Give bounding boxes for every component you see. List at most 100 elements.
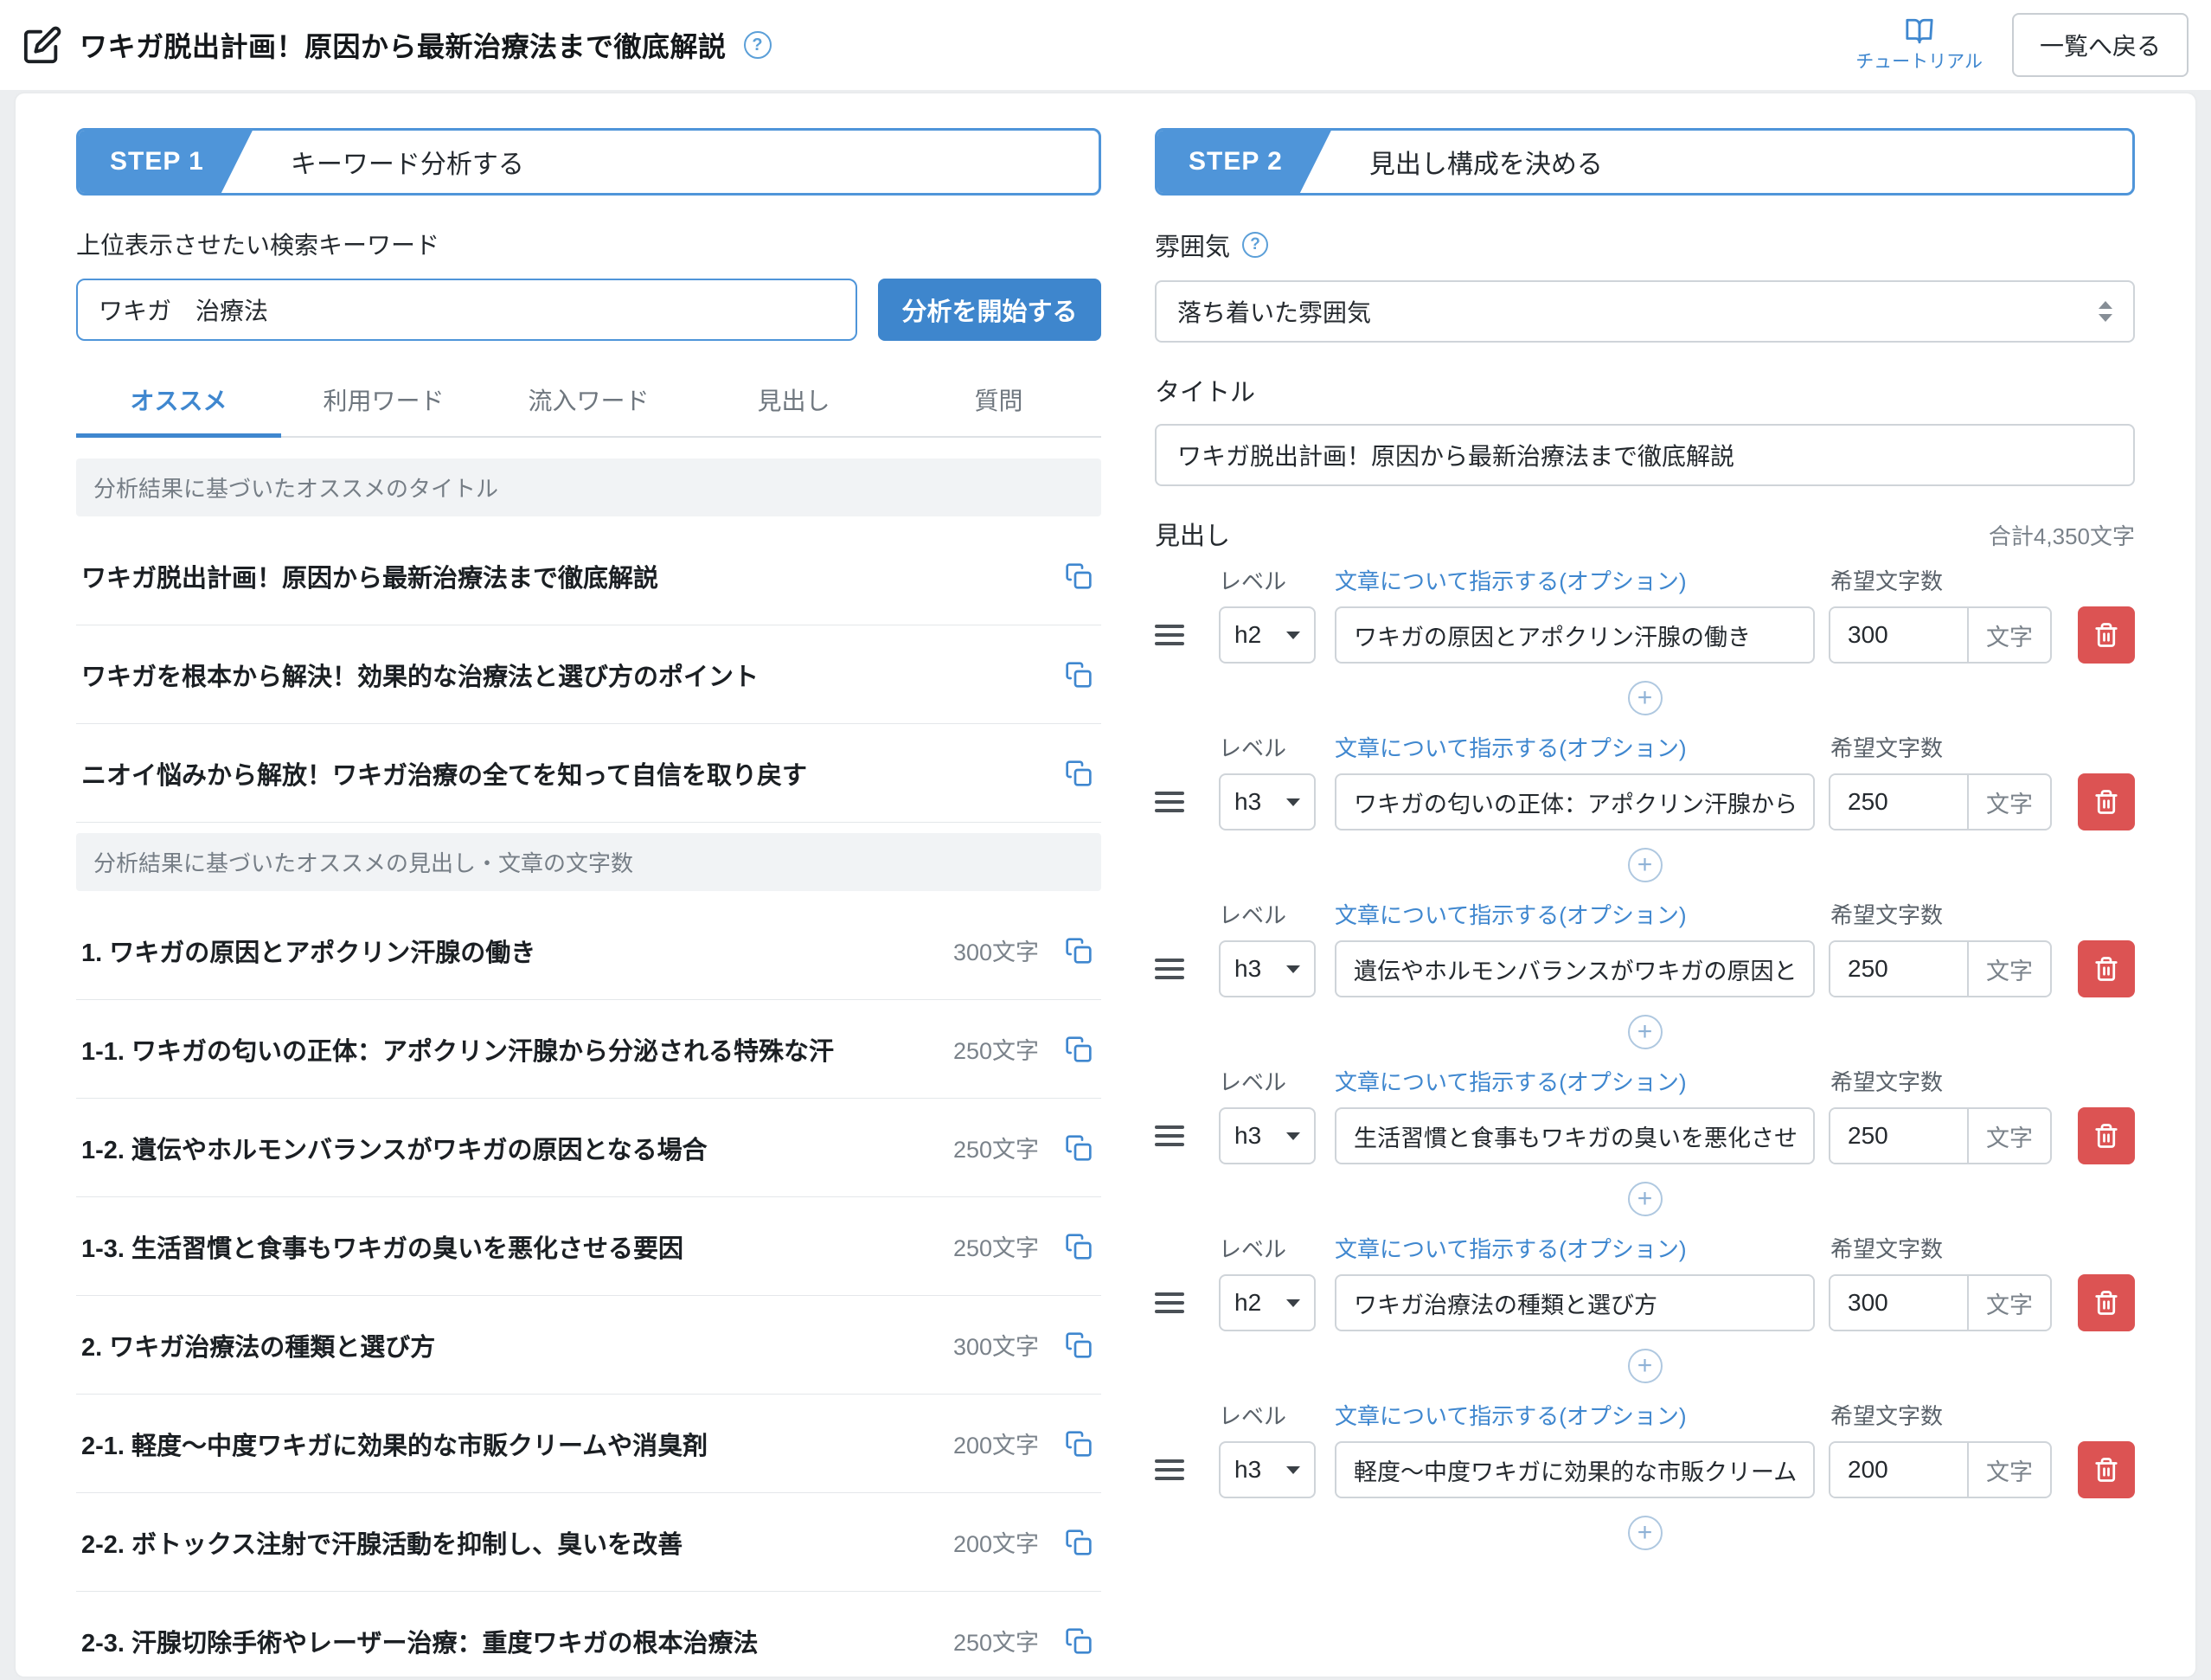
updown-chevron-icon [2099, 301, 2112, 322]
level-label: レベル [1219, 1065, 1335, 1097]
copy-icon[interactable] [1061, 1229, 1096, 1264]
char-count-suffix: 文字 [1967, 942, 2050, 996]
char-count-group: 文字 [1829, 1441, 2052, 1498]
level-label: レベル [1219, 731, 1335, 763]
level-label: レベル [1219, 1232, 1335, 1264]
heading-text-input[interactable] [1335, 940, 1815, 997]
char-count-input[interactable] [1830, 1443, 1967, 1497]
help-icon[interactable]: ? [744, 31, 772, 59]
copy-icon[interactable] [1061, 559, 1096, 593]
char-count-group: 文字 [1829, 1274, 2052, 1331]
level-select[interactable]: h3 [1219, 940, 1316, 997]
char-count-label: 希望文字数 [1829, 1232, 2135, 1264]
drag-handle-icon[interactable] [1155, 1441, 1193, 1498]
char-count-input[interactable] [1830, 1109, 1967, 1163]
recommended-heading-chars: 250文字 [953, 1032, 1039, 1066]
add-heading-button plus-icon[interactable]: + [1628, 1015, 1663, 1049]
add-heading-button plus-icon[interactable]: + [1628, 1516, 1663, 1550]
article-title-input[interactable] [1155, 424, 2135, 486]
drag-handle-icon[interactable] [1155, 606, 1193, 664]
copy-icon[interactable] [1061, 756, 1096, 791]
char-count-input[interactable] [1830, 1276, 1967, 1330]
char-count-suffix: 文字 [1967, 775, 2050, 829]
analyze-button[interactable]: 分析を開始する [878, 279, 1101, 341]
drag-handle-icon[interactable] [1155, 940, 1193, 997]
char-count-label: 希望文字数 [1829, 731, 2135, 763]
delete-heading-button[interactable] [2078, 1441, 2135, 1498]
trash-icon [2093, 1123, 2119, 1149]
heading-text-input[interactable] [1335, 1274, 1815, 1331]
char-count-group: 文字 [1829, 606, 2052, 664]
copy-icon[interactable] [1061, 933, 1096, 968]
heading-text-input[interactable] [1335, 606, 1815, 664]
delete-heading-button[interactable] [2078, 606, 2135, 664]
copy-icon[interactable] [1061, 1032, 1096, 1067]
drag-handle-icon[interactable] [1155, 1107, 1193, 1164]
heading-text-input[interactable] [1335, 1441, 1815, 1498]
copy-icon[interactable] [1061, 1131, 1096, 1165]
heading-editor-row: レベル 文章について指示する(オプション) 希望文字数 h3 [1155, 1399, 2135, 1554]
level-select-value: h2 [1234, 621, 1261, 649]
result-tab[interactable]: 利用ワード [281, 367, 486, 436]
recommended-heading-row: 1. ワキガの原因とアポクリン汗腺の働き 300文字 [76, 901, 1101, 1000]
step2-header: STEP 2 見出し構成を決める [1155, 128, 2135, 196]
delete-heading-button[interactable] [2078, 940, 2135, 997]
copy-icon[interactable] [1061, 1427, 1096, 1461]
copy-icon[interactable] [1061, 657, 1096, 692]
instruction-link[interactable]: 文章について指示する(オプション) [1335, 1399, 1829, 1431]
recommended-heading-text: 2-1. 軽度〜中度ワキガに効果的な市販クリームや消臭剤 [81, 1426, 938, 1462]
recommended-heading-text: 1-2. 遺伝やホルモンバランスがワキガの原因となる場合 [81, 1130, 938, 1166]
level-select[interactable]: h3 [1219, 1441, 1316, 1498]
copy-icon[interactable] [1061, 1624, 1096, 1658]
char-count-input[interactable] [1830, 942, 1967, 996]
instruction-link[interactable]: 文章について指示する(オプション) [1335, 731, 1829, 763]
copy-icon[interactable] [1061, 1525, 1096, 1560]
instruction-link[interactable]: 文章について指示する(オプション) [1335, 898, 1829, 930]
back-to-list-button[interactable]: 一覧へ戻る [2012, 13, 2189, 77]
instruction-link[interactable]: 文章について指示する(オプション) [1335, 1232, 1829, 1264]
add-heading-button plus-icon[interactable]: + [1628, 681, 1663, 715]
chevron-down-icon [1286, 1132, 1300, 1140]
copy-icon[interactable] [1061, 1328, 1096, 1363]
heading-text-input[interactable] [1335, 773, 1815, 830]
level-select[interactable]: h2 [1219, 1274, 1316, 1331]
mood-help-icon[interactable]: ? [1242, 232, 1268, 258]
drag-handle-icon[interactable] [1155, 773, 1193, 830]
result-tab[interactable]: 流入ワード [486, 367, 691, 436]
chevron-down-icon [1286, 798, 1300, 806]
edit-icon [22, 25, 62, 65]
delete-heading-button[interactable] [2078, 773, 2135, 830]
delete-heading-button[interactable] [2078, 1107, 2135, 1164]
mood-select[interactable]: 落ち着いた雰囲気 [1155, 280, 2135, 343]
result-tab[interactable]: 見出し [691, 367, 896, 436]
add-heading-button plus-icon[interactable]: + [1628, 848, 1663, 882]
keyword-input[interactable] [76, 279, 857, 341]
add-heading-button plus-icon[interactable]: + [1628, 1182, 1663, 1216]
chevron-down-icon [1286, 632, 1300, 639]
char-count-input[interactable] [1830, 608, 1967, 662]
level-select[interactable]: h3 [1219, 773, 1316, 830]
add-heading-button plus-icon[interactable]: + [1628, 1349, 1663, 1383]
headings-label: 見出し [1155, 516, 1230, 552]
instruction-link[interactable]: 文章について指示する(オプション) [1335, 564, 1829, 596]
heading-text-input[interactable] [1335, 1107, 1815, 1164]
recommended-heading-row: 1-1. ワキガの匂いの正体：アポクリン汗腺から分泌される特殊な汗 250文字 [76, 1000, 1101, 1099]
tutorial-label: チュートリアル [1855, 48, 1983, 74]
step1-panel: STEP 1 キーワード分析する 上位表示させたい検索キーワード 分析を開始する… [76, 128, 1101, 1677]
delete-heading-button[interactable] [2078, 1274, 2135, 1331]
instruction-link[interactable]: 文章について指示する(オプション) [1335, 1065, 1829, 1097]
recommended-headings-list: 1. ワキガの原因とアポクリン汗腺の働き 300文字 1-1. ワキガの匂いの正… [76, 901, 1101, 1677]
recommended-title-row: ニオイ悩みから解放！ワキガ治療の全てを知って自信を取り戻す [76, 724, 1101, 823]
recommended-heading-text: 2-3. 汗腺切除手術やレーザー治療：重度ワキガの根本治療法 [81, 1623, 938, 1659]
drag-handle-icon[interactable] [1155, 1274, 1193, 1331]
char-count-input[interactable] [1830, 775, 1967, 829]
recommended-heading-text: 1-1. ワキガの匂いの正体：アポクリン汗腺から分泌される特殊な汗 [81, 1031, 938, 1068]
char-count-label: 希望文字数 [1829, 1399, 2135, 1431]
result-tab[interactable]: オススメ [76, 367, 281, 436]
level-select[interactable]: h2 [1219, 606, 1316, 664]
result-tab[interactable]: 質問 [896, 367, 1101, 436]
char-count-label: 希望文字数 [1829, 898, 2135, 930]
tutorial-link[interactable]: チュートリアル [1855, 16, 1983, 74]
level-select[interactable]: h3 [1219, 1107, 1316, 1164]
recommended-heading-text: 2-2. ボトックス注射で汗腺活動を抑制し、臭いを改善 [81, 1524, 938, 1561]
